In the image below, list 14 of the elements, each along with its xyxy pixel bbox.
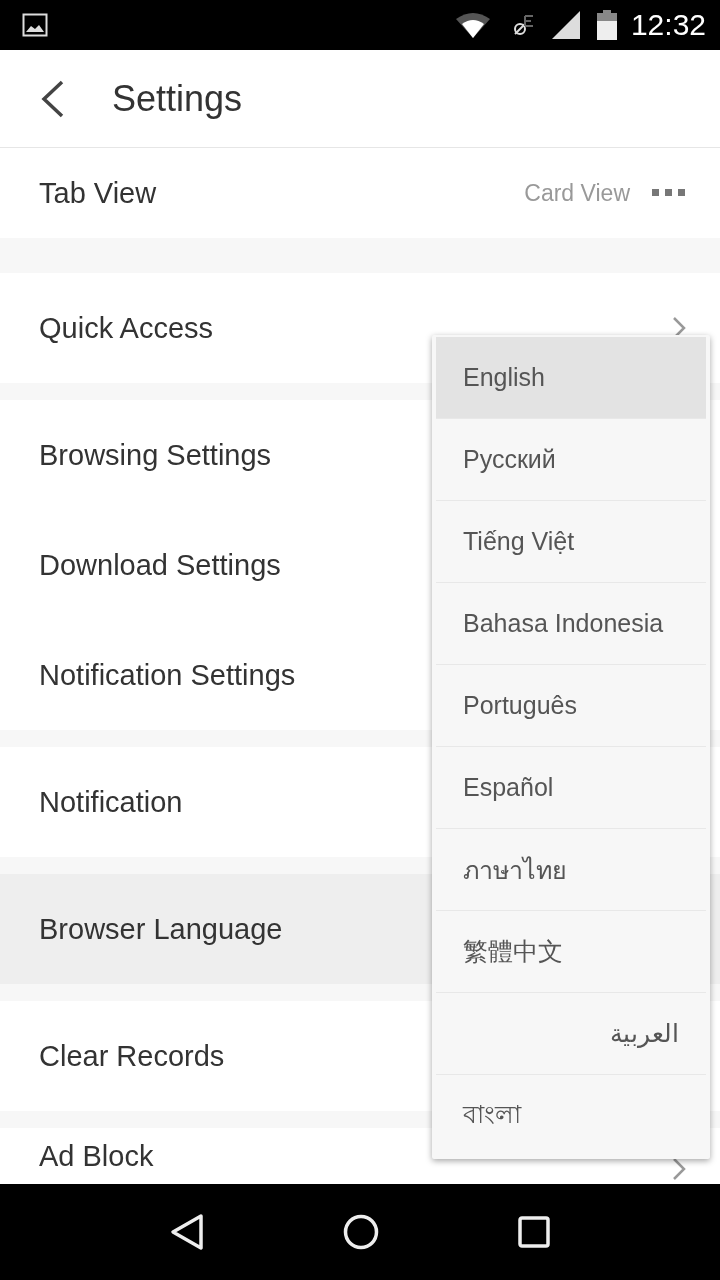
row-label: Browser Language: [39, 912, 283, 946]
clock-time: 12:32: [630, 8, 706, 42]
row-value: Card View: [524, 179, 630, 207]
row-label: Clear Records: [39, 1039, 225, 1073]
row-label: Ad Block: [39, 1140, 154, 1173]
row-label: Quick Access: [39, 311, 214, 345]
menu-item[interactable]: English: [436, 337, 706, 419]
tab-view-row[interactable]: Tab View Card View: [0, 148, 720, 238]
page-title: Settings: [112, 77, 243, 120]
row-label: Browsing Settings: [39, 438, 272, 472]
row-label: Notification Settings: [39, 658, 296, 692]
row-label: Notification: [39, 785, 183, 819]
row-label: Tab View: [39, 176, 157, 210]
row-label: Download Settings: [39, 548, 281, 582]
